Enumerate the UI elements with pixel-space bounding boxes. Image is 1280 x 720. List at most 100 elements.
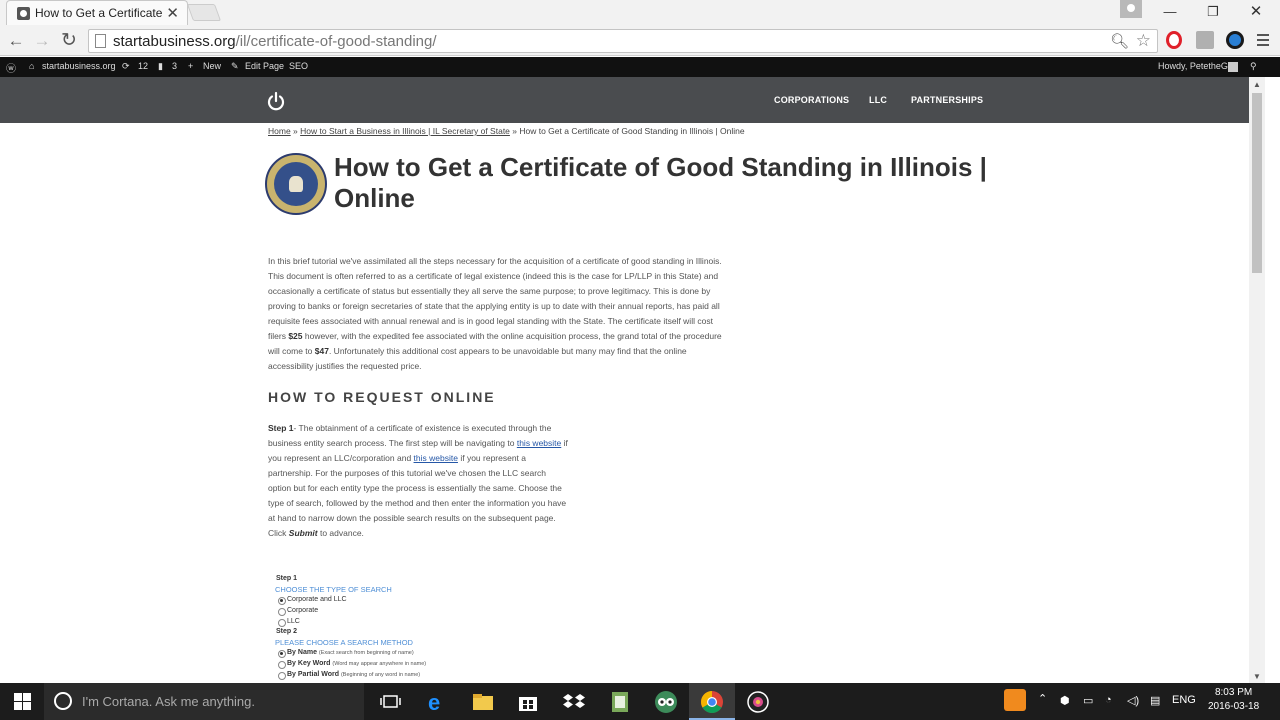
breadcrumb-current: How to Get a Certificate of Good Standin… xyxy=(519,126,745,136)
cortana-icon xyxy=(54,692,72,710)
bookmark-star-icon[interactable]: ☆ xyxy=(1136,31,1151,51)
admin-search-icon[interactable]: ⚲ xyxy=(1250,61,1257,72)
windows-taskbar: I'm Cortana. Ask me anything. e ⌃ ⬢ ▭ ◔ xyxy=(0,683,1280,720)
edge-icon[interactable]: e xyxy=(424,689,450,715)
form-step1-label: Step 1 xyxy=(276,575,298,582)
tab-title: How to Get a Certificate o xyxy=(35,6,163,20)
url-path: /il/certificate-of-good-standing/ xyxy=(235,33,437,50)
page-edge xyxy=(1265,77,1280,683)
browser-toolbar: ← → ↻ startabusiness.org/il/certificate-… xyxy=(0,26,1280,56)
url-text: startabusiness.org/il/certificate-of-goo… xyxy=(113,33,437,50)
form-method-option: By Partial Word (Beginning of any word i… xyxy=(275,671,420,680)
clock-date: 2016-03-18 xyxy=(1208,701,1260,712)
tripadvisor-icon[interactable] xyxy=(653,689,679,715)
form-type-option: LLC xyxy=(275,618,300,627)
reload-button[interactable]: ↻ xyxy=(58,30,80,52)
wordpress-icon[interactable]: ⓦ xyxy=(6,60,16,75)
menu-icon[interactable] xyxy=(1257,34,1269,46)
task-view-icon[interactable] xyxy=(378,689,404,715)
close-window-button[interactable]: ✕ xyxy=(1236,0,1276,24)
extension-globe-icon[interactable] xyxy=(1226,31,1244,49)
volume-icon[interactable]: ◁) xyxy=(1127,694,1139,707)
step1-paragraph: Step 1- The obtainment of a certificate … xyxy=(268,423,568,538)
system-clock[interactable]: 8:03 PM 2016-03-18 xyxy=(1208,686,1259,714)
nav-llc[interactable]: LLC xyxy=(869,95,887,105)
breadcrumb-separator: » xyxy=(509,126,520,136)
page-title: How to Get a Certificate of Good Standin… xyxy=(334,152,987,213)
minimize-button[interactable]: — xyxy=(1150,0,1190,24)
back-button[interactable]: ← xyxy=(5,30,27,52)
opera-extension-icon[interactable] xyxy=(1166,31,1182,49)
edit-page-link[interactable]: Edit Page xyxy=(245,61,284,71)
wp-admin-bar: ⓦ ⌂ startabusiness.org ⟳ 12 ▮ 3 + New ✎ … xyxy=(0,57,1280,77)
notification-app-icon[interactable] xyxy=(1004,689,1026,711)
form-type-option: Corporate xyxy=(275,607,318,616)
admin-new-link[interactable]: New xyxy=(203,61,221,71)
submit-word: Submit xyxy=(288,528,318,538)
admin-avatar xyxy=(1228,62,1238,72)
browser-tab[interactable]: How to Get a Certificate o ✕ xyxy=(6,0,188,25)
plus-icon: + xyxy=(188,61,194,71)
scroll-down-icon[interactable]: ▼ xyxy=(1253,672,1261,681)
dropbox-tray-icon[interactable]: ⬢ xyxy=(1060,694,1070,707)
comments-count[interactable]: 3 xyxy=(172,61,177,71)
illinois-seal-image xyxy=(265,153,327,215)
forward-button[interactable]: → xyxy=(31,30,53,52)
scrollbar-thumb[interactable] xyxy=(1252,93,1262,273)
form-method-option: By Name (Exact search from beginning of … xyxy=(275,649,414,658)
power-logo-icon[interactable] xyxy=(266,91,286,111)
intro-paragraph: In this brief tutorial we've assimilated… xyxy=(268,256,722,371)
step1-label: Step 1 xyxy=(268,423,294,433)
breadcrumb-parent[interactable]: How to Start a Business in Illinois | IL… xyxy=(300,126,510,136)
section-heading: HOW TO REQUEST ONLINE xyxy=(268,389,496,405)
form-type-heading: CHOOSE THE TYPE OF SEARCH xyxy=(275,585,392,594)
battery-icon[interactable]: ▭ xyxy=(1083,694,1093,707)
page-scrollbar[interactable]: ▲ ▼ xyxy=(1249,77,1265,683)
browser-tabstrip: How to Get a Certificate o ✕ — ❐ ✕ xyxy=(0,0,1280,26)
chrome-icon xyxy=(701,691,723,713)
breadcrumb: Home » How to Start a Business in Illino… xyxy=(268,126,745,136)
user-profile-icon[interactable] xyxy=(1120,0,1142,18)
language-indicator[interactable]: ENG xyxy=(1172,694,1196,706)
tab-close-icon[interactable]: ✕ xyxy=(166,4,179,22)
form-step2-label: Step 2 xyxy=(276,628,298,635)
page-content: Home » How to Start a Business in Illino… xyxy=(0,123,1249,683)
action-center-icon[interactable]: ▤ xyxy=(1150,694,1160,707)
cortana-search-box[interactable]: I'm Cortana. Ask me anything. xyxy=(44,683,364,720)
scroll-up-icon[interactable]: ▲ xyxy=(1253,80,1261,89)
dropbox-icon[interactable] xyxy=(561,689,587,715)
seo-link[interactable]: SEO xyxy=(289,61,308,71)
breadcrumb-home[interactable]: Home xyxy=(268,126,291,136)
site-header: CORPORATIONS LLC PARTNERSHIPS xyxy=(0,77,1249,123)
breadcrumb-separator: » xyxy=(290,126,301,136)
partnership-search-link[interactable]: this website xyxy=(414,453,458,463)
tray-expand-icon[interactable]: ⌃ xyxy=(1038,692,1047,705)
form-type-option: Corporate and LLC xyxy=(275,596,347,605)
pencil-icon: ✎ xyxy=(231,61,239,71)
url-domain: startabusiness.org xyxy=(113,33,236,50)
nav-partnerships[interactable]: PARTNERSHIPS xyxy=(911,95,983,105)
wifi-icon[interactable]: ◔ xyxy=(1105,694,1112,706)
admin-site-link[interactable]: startabusiness.org xyxy=(42,61,116,71)
page-icon xyxy=(95,34,106,48)
new-tab-button[interactable] xyxy=(186,4,222,21)
nav-corporations[interactable]: CORPORATIONS xyxy=(774,95,849,105)
address-bar[interactable]: startabusiness.org/il/certificate-of-goo… xyxy=(88,29,1158,53)
howdy-user[interactable]: Howdy, PetetheG xyxy=(1158,61,1228,71)
file-explorer-icon[interactable] xyxy=(470,689,496,715)
form-method-option: By Key Word (Word may appear anywhere in… xyxy=(275,660,426,669)
store-icon[interactable] xyxy=(515,689,541,715)
extension-icon[interactable] xyxy=(1196,31,1214,49)
updates-count[interactable]: 12 xyxy=(138,61,148,71)
chrome-taskbar-active[interactable] xyxy=(689,683,735,720)
camera-app-icon[interactable] xyxy=(745,689,771,715)
llc-search-link[interactable]: this website xyxy=(517,438,561,448)
svg-text:e: e xyxy=(428,690,440,715)
updates-icon: ⟳ xyxy=(122,61,130,71)
restore-button[interactable]: ❐ xyxy=(1193,0,1233,24)
windows-start-icon[interactable] xyxy=(14,693,31,710)
notepad-icon[interactable] xyxy=(607,689,633,715)
price-certificate: $25 xyxy=(288,331,303,341)
zoom-icon[interactable]: 🔍︎ xyxy=(1110,32,1129,50)
site-favicon-icon xyxy=(17,7,30,20)
